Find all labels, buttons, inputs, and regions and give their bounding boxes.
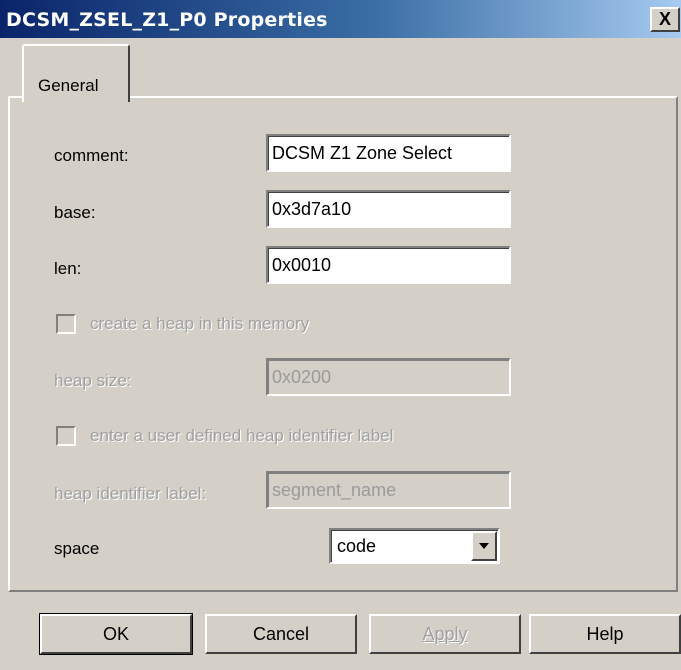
len-label: len: bbox=[54, 259, 82, 278]
ok-button-label: OK bbox=[102, 623, 129, 644]
base-label: base: bbox=[54, 203, 96, 222]
title-bar: DCSM_ZSEL_Z1_P0 Properties bbox=[0, 0, 681, 38]
user-heap-label-text: enter a user defined heap identifier lab… bbox=[90, 426, 394, 445]
user-heap-label-checkbox[interactable] bbox=[56, 426, 76, 446]
create-heap-checkbox[interactable] bbox=[56, 314, 76, 334]
comment-label: comment: bbox=[54, 146, 129, 165]
space-select-value: code bbox=[337, 536, 377, 556]
tab-general-label: General bbox=[38, 76, 99, 95]
close-icon: X bbox=[658, 9, 671, 29]
window-title: DCSM_ZSEL_Z1_P0 Properties bbox=[6, 9, 328, 31]
comment-input[interactable]: DCSM Z1 Zone Select bbox=[266, 134, 511, 172]
heap-identifier-label: heap identifier label: bbox=[54, 484, 207, 503]
ok-button[interactable]: OK bbox=[39, 613, 193, 655]
heap-identifier-input[interactable]: segment_name bbox=[266, 471, 511, 509]
space-label: space bbox=[54, 539, 100, 558]
cancel-button[interactable]: Cancel bbox=[205, 614, 357, 654]
apply-button[interactable]: Apply bbox=[369, 614, 521, 654]
close-button[interactable]: X bbox=[650, 7, 680, 32]
apply-button-label: Apply bbox=[422, 623, 468, 644]
help-button-label: Help bbox=[586, 623, 624, 644]
help-button[interactable]: Help bbox=[529, 614, 681, 654]
cancel-button-label: Cancel bbox=[252, 623, 310, 644]
base-input[interactable]: 0x3d7a10 bbox=[266, 190, 511, 228]
create-heap-label: create a heap in this memory bbox=[90, 314, 310, 333]
heap-size-label: heap size: bbox=[54, 371, 132, 390]
heap-size-input[interactable]: 0x0200 bbox=[266, 358, 511, 396]
len-input[interactable]: 0x0010 bbox=[266, 246, 511, 284]
tab-general[interactable]: General bbox=[22, 44, 130, 102]
space-select[interactable]: code bbox=[329, 528, 500, 564]
chevron-down-icon[interactable] bbox=[471, 531, 497, 561]
